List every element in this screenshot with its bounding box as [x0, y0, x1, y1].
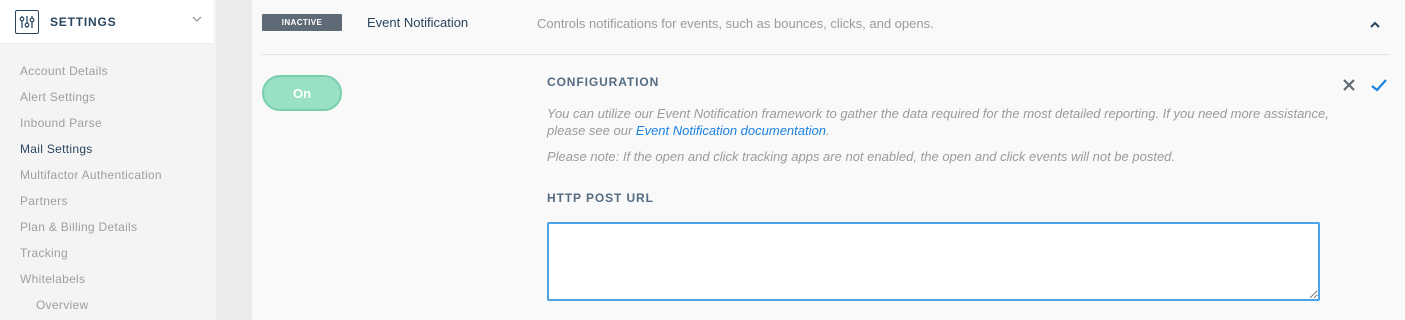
configuration-heading: CONFIGURATION — [547, 75, 660, 89]
sidebar-item-inbound-parse[interactable]: Inbound Parse — [0, 110, 214, 136]
edit-actions — [1340, 76, 1388, 94]
sidebar-title: SETTINGS — [50, 14, 117, 29]
setting-row-header[interactable]: INACTIVE Event Notification Controls not… — [262, 0, 1390, 55]
http-post-url-input[interactable] — [547, 222, 1320, 301]
content-gutter — [216, 0, 252, 320]
settings-sidebar: SETTINGS Account Details Alert Settings … — [0, 0, 215, 320]
sidebar-header[interactable]: SETTINGS — [0, 0, 214, 44]
settings-nav: Account Details Alert Settings Inbound P… — [0, 44, 214, 318]
sidebar-item-account-details[interactable]: Account Details — [0, 58, 214, 84]
status-badge: INACTIVE — [262, 14, 342, 31]
save-button[interactable] — [1370, 76, 1388, 94]
mail-settings-content: INACTIVE Event Notification Controls not… — [252, 0, 1405, 320]
sidebar-item-whitelabels[interactable]: Whitelabels — [0, 266, 214, 292]
enable-toggle[interactable]: On — [262, 75, 342, 111]
sidebar-item-plan-billing[interactable]: Plan & Billing Details — [0, 214, 214, 240]
sidebar-item-tracking[interactable]: Tracking — [0, 240, 214, 266]
configuration-description: You can utilize our Event Notification f… — [547, 105, 1337, 139]
setting-description: Controls notifications for events, such … — [537, 16, 934, 31]
sidebar-item-alert-settings[interactable]: Alert Settings — [0, 84, 214, 110]
close-icon — [1343, 79, 1355, 91]
sliders-icon — [15, 9, 39, 34]
chevron-down-icon[interactable] — [190, 12, 204, 26]
setting-title: Event Notification — [367, 15, 469, 30]
event-notification-docs-link[interactable]: Event Notification documentation — [636, 123, 826, 138]
sidebar-item-multifactor-authentication[interactable]: Multifactor Authentication — [0, 162, 214, 188]
http-post-url-label: HTTP POST URL — [547, 191, 654, 205]
checkmark-icon — [1371, 79, 1387, 92]
cancel-button[interactable] — [1340, 76, 1358, 94]
sidebar-item-mail-settings[interactable]: Mail Settings — [0, 136, 214, 162]
sidebar-item-partners[interactable]: Partners — [0, 188, 214, 214]
configuration-text-end: . — [825, 123, 830, 138]
configuration-note: Please note: If the open and click track… — [547, 149, 1176, 164]
sidebar-subitem-overview[interactable]: Overview — [0, 292, 214, 318]
chevron-up-icon[interactable] — [1368, 18, 1382, 32]
